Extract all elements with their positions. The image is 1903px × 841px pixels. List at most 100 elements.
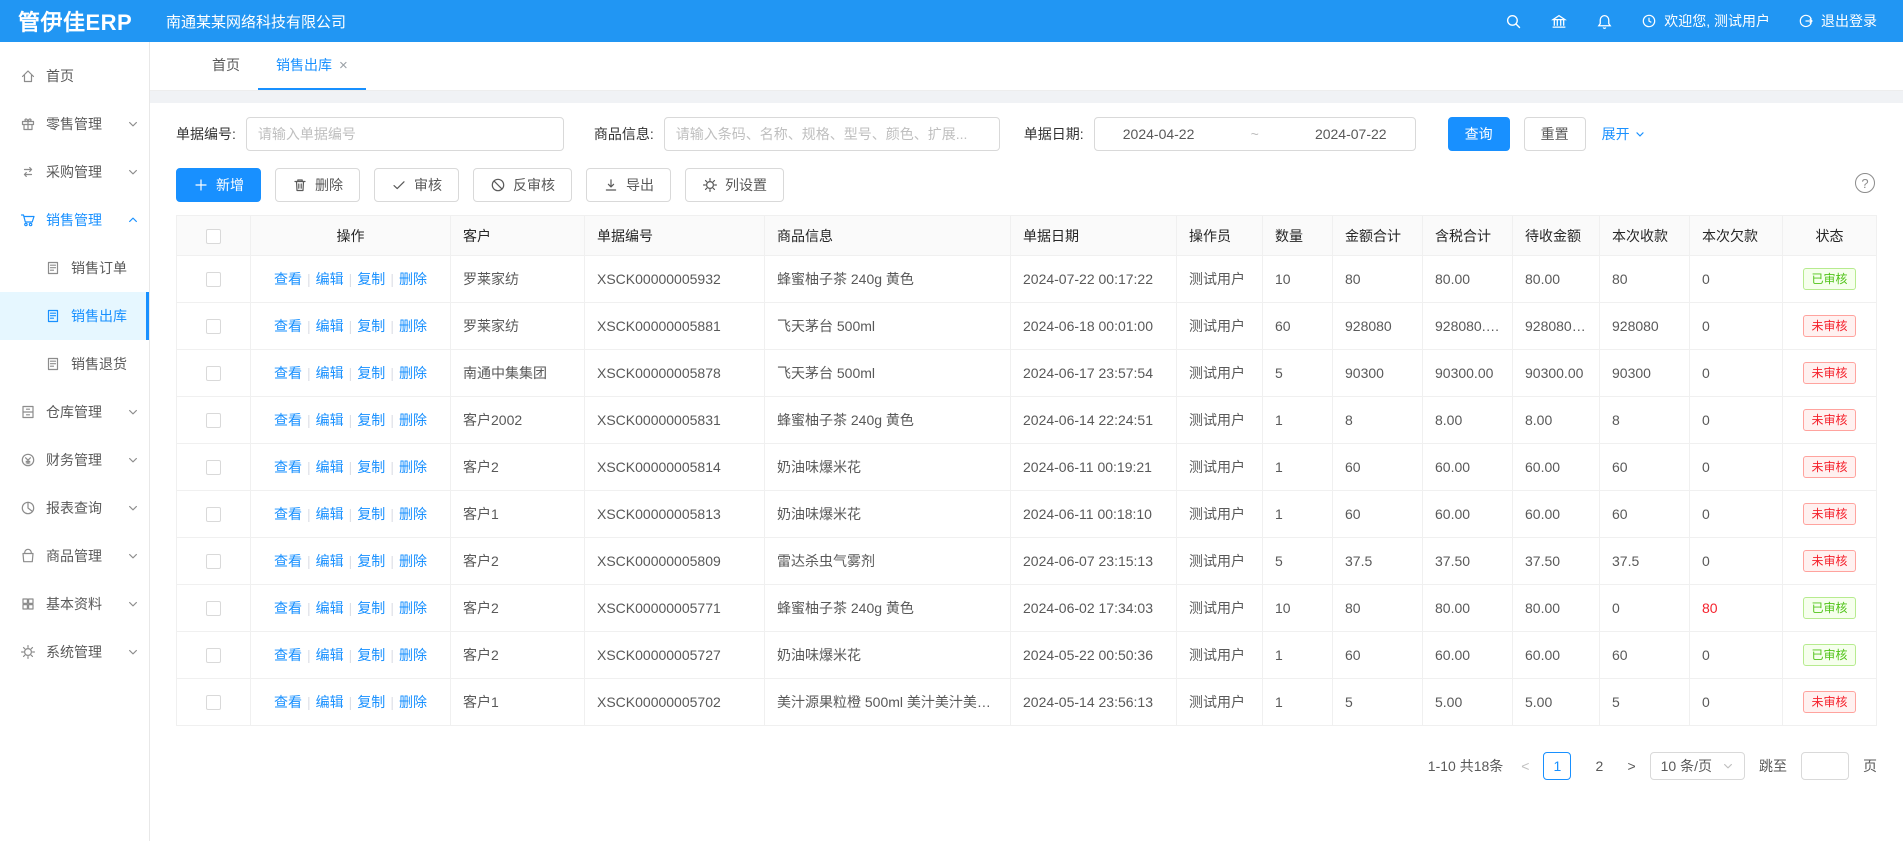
search-icon[interactable] — [1505, 13, 1522, 30]
action-copy-link[interactable]: 复制 — [357, 694, 385, 710]
row-checkbox[interactable] — [206, 507, 221, 522]
action-view-link[interactable]: 查看 — [274, 506, 302, 522]
row-checkbox[interactable] — [206, 648, 221, 663]
action-view-link[interactable]: 查看 — [274, 412, 302, 428]
add-button[interactable]: 新增 — [176, 168, 261, 202]
cell-checkbox — [177, 538, 251, 585]
cell-customer: 客户2 — [451, 585, 585, 632]
bell-icon[interactable] — [1596, 13, 1613, 30]
bank-icon[interactable] — [1550, 13, 1568, 30]
sidebar-item-finance[interactable]: 财务管理 — [0, 436, 149, 484]
tab-home[interactable]: 首页 — [194, 42, 258, 90]
action-copy-link[interactable]: 复制 — [357, 506, 385, 522]
action-edit-link[interactable]: 编辑 — [316, 600, 344, 616]
cell-actions: 查看|编辑|复制|删除 — [251, 444, 451, 491]
sidebar-item-sales[interactable]: 销售管理 — [0, 196, 149, 244]
cell-date: 2024-05-14 23:56:13 — [1011, 679, 1177, 726]
row-checkbox[interactable] — [206, 413, 221, 428]
page-number-2[interactable]: 2 — [1585, 752, 1613, 780]
action-edit-link[interactable]: 编辑 — [316, 694, 344, 710]
row-checkbox[interactable] — [206, 460, 221, 475]
action-copy-link[interactable]: 复制 — [357, 600, 385, 616]
row-checkbox[interactable] — [206, 695, 221, 710]
page-size-select[interactable]: 10 条/页 — [1650, 752, 1745, 780]
action-edit-link[interactable]: 编辑 — [316, 506, 344, 522]
action-view-link[interactable]: 查看 — [274, 553, 302, 569]
action-delete-link[interactable]: 删除 — [399, 412, 427, 428]
action-delete-link[interactable]: 删除 — [399, 506, 427, 522]
action-edit-link[interactable]: 编辑 — [316, 553, 344, 569]
tab-sales-outbound[interactable]: 销售出库× — [258, 42, 366, 90]
action-copy-link[interactable]: 复制 — [357, 318, 385, 334]
action-copy-link[interactable]: 复制 — [357, 647, 385, 663]
action-delete-link[interactable]: 删除 — [399, 271, 427, 287]
action-delete-link[interactable]: 删除 — [399, 459, 427, 475]
product-info-input[interactable] — [664, 117, 1000, 151]
row-checkbox[interactable] — [206, 601, 221, 616]
select-all-checkbox[interactable] — [206, 229, 221, 244]
order-no-input[interactable] — [246, 117, 564, 151]
action-edit-link[interactable]: 编辑 — [316, 271, 344, 287]
jump-page-input[interactable] — [1801, 752, 1849, 780]
table-row: 查看|编辑|复制|删除 客户2 XSCK00000005814 奶油味爆米花 2… — [177, 444, 1877, 491]
action-edit-link[interactable]: 编辑 — [316, 459, 344, 475]
action-delete-link[interactable]: 删除 — [399, 553, 427, 569]
col-header-status: 状态 — [1783, 216, 1877, 256]
cell-operator: 测试用户 — [1177, 397, 1263, 444]
sidebar-item-warehouse[interactable]: 仓库管理 — [0, 388, 149, 436]
next-page-button[interactable]: > — [1627, 758, 1635, 774]
sidebar-item-home[interactable]: 首页 — [0, 52, 149, 100]
action-edit-link[interactable]: 编辑 — [316, 647, 344, 663]
logout-button[interactable]: 退出登录 — [1798, 11, 1877, 31]
action-delete-link[interactable]: 删除 — [399, 694, 427, 710]
action-edit-link[interactable]: 编辑 — [316, 365, 344, 381]
search-button[interactable]: 查询 — [1448, 117, 1510, 151]
report-icon — [20, 500, 36, 516]
help-icon[interactable]: ? — [1855, 173, 1875, 193]
action-edit-link[interactable]: 编辑 — [316, 318, 344, 334]
sidebar-item-system[interactable]: 系统管理 — [0, 628, 149, 676]
export-button[interactable]: 导出 — [586, 168, 671, 202]
welcome-user[interactable]: 欢迎您, 测试用户 — [1641, 11, 1770, 31]
sidebar-item-basicdata[interactable]: 基本资料 — [0, 580, 149, 628]
action-view-link[interactable]: 查看 — [274, 694, 302, 710]
action-copy-link[interactable]: 复制 — [357, 365, 385, 381]
action-delete-link[interactable]: 删除 — [399, 365, 427, 381]
page-number-1[interactable]: 1 — [1543, 752, 1571, 780]
row-checkbox[interactable] — [206, 366, 221, 381]
action-edit-link[interactable]: 编辑 — [316, 412, 344, 428]
unapprove-button[interactable]: 反审核 — [473, 168, 572, 202]
action-copy-link[interactable]: 复制 — [357, 271, 385, 287]
row-checkbox[interactable] — [206, 554, 221, 569]
row-checkbox[interactable] — [206, 272, 221, 287]
columns-button[interactable]: 列设置 — [685, 168, 784, 202]
action-copy-link[interactable]: 复制 — [357, 459, 385, 475]
cell-date: 2024-06-18 00:01:00 — [1011, 303, 1177, 350]
action-delete-link[interactable]: 删除 — [399, 647, 427, 663]
date-range-picker[interactable]: 2024-04-22 ~ 2024-07-22 — [1094, 117, 1416, 151]
action-delete-link[interactable]: 删除 — [399, 600, 427, 616]
action-copy-link[interactable]: 复制 — [357, 553, 385, 569]
sidebar-item-sales-return[interactable]: 销售退货 — [0, 340, 149, 388]
action-view-link[interactable]: 查看 — [274, 271, 302, 287]
delete-button[interactable]: 删除 — [275, 168, 360, 202]
sidebar-item-sales-order[interactable]: 销售订单 — [0, 244, 149, 292]
prev-page-button[interactable]: < — [1521, 758, 1529, 774]
action-view-link[interactable]: 查看 — [274, 647, 302, 663]
sidebar-item-product[interactable]: 商品管理 — [0, 532, 149, 580]
reset-button[interactable]: 重置 — [1524, 117, 1586, 151]
sidebar-item-retail[interactable]: 零售管理 — [0, 100, 149, 148]
sidebar-item-report[interactable]: 报表查询 — [0, 484, 149, 532]
action-view-link[interactable]: 查看 — [274, 365, 302, 381]
approve-button[interactable]: 审核 — [374, 168, 459, 202]
row-checkbox[interactable] — [206, 319, 221, 334]
action-view-link[interactable]: 查看 — [274, 459, 302, 475]
sidebar-item-sales-outbound[interactable]: 销售出库 — [0, 292, 149, 340]
sidebar-item-purchase[interactable]: 采购管理 — [0, 148, 149, 196]
action-copy-link[interactable]: 复制 — [357, 412, 385, 428]
close-icon[interactable]: × — [339, 57, 348, 74]
action-view-link[interactable]: 查看 — [274, 600, 302, 616]
expand-link[interactable]: 展开 — [1602, 124, 1646, 144]
action-view-link[interactable]: 查看 — [274, 318, 302, 334]
action-delete-link[interactable]: 删除 — [399, 318, 427, 334]
